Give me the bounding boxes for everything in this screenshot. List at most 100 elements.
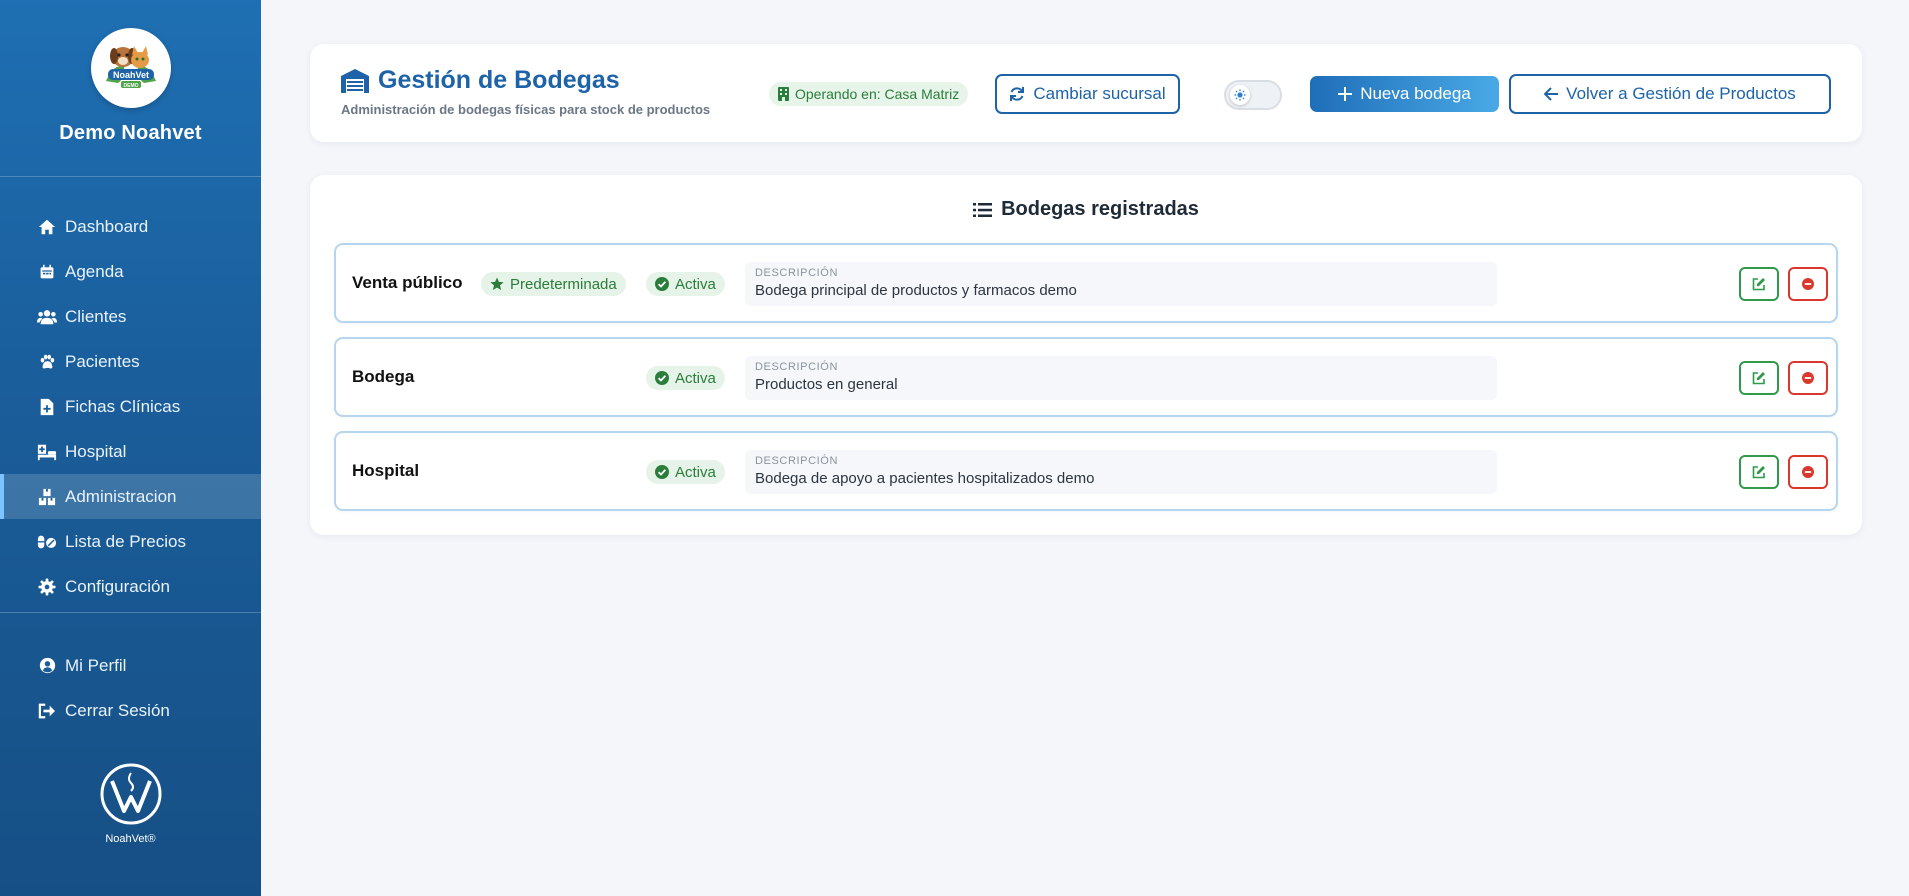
check-circle-icon — [655, 465, 669, 479]
calendar-icon — [37, 262, 57, 282]
check-circle-icon — [655, 277, 669, 291]
minus-circle-icon — [1802, 372, 1814, 384]
description-label: DESCRIPCIÓN — [755, 361, 838, 373]
home-icon — [37, 217, 57, 237]
users-icon — [37, 307, 57, 327]
back-to-products-button[interactable]: Volver a Gestión de Productos — [1509, 74, 1831, 114]
plus-icon — [1338, 87, 1353, 101]
status-badge: Activa — [646, 272, 725, 296]
new-warehouse-button[interactable]: Nueva bodega — [1310, 76, 1499, 112]
sidebar-item-label: Lista de Precios — [65, 531, 186, 551]
status-badge-text: Activa — [675, 369, 716, 387]
sidebar-item-administracion[interactable]: Administracion — [0, 474, 261, 519]
building-icon — [778, 87, 789, 101]
delete-button[interactable] — [1788, 361, 1828, 395]
sidebar: NoahVet DEMO Demo Noahvet Dashboard Agen… — [0, 0, 261, 896]
sidebar-item-label: Agenda — [65, 261, 124, 281]
header-card: Gestión de Bodegas Administración de bod… — [310, 44, 1862, 142]
edit-button[interactable] — [1739, 267, 1779, 301]
status-badge-text: Activa — [675, 275, 716, 293]
sun-icon — [1234, 89, 1246, 101]
default-badge: Predeterminada — [481, 272, 626, 296]
brand-name: Demo Noahvet — [59, 122, 202, 144]
hospital-bed-icon — [37, 442, 57, 462]
sidebar-item-fichas-clinicas[interactable]: Fichas Clínicas — [0, 384, 261, 429]
default-badge-text: Predeterminada — [510, 275, 617, 293]
description-label: DESCRIPCIÓN — [755, 455, 838, 467]
theme-toggle[interactable] — [1224, 80, 1282, 110]
svg-text:NoahVet: NoahVet — [112, 70, 148, 80]
sidebar-item-mi-perfil[interactable]: Mi Perfil — [0, 643, 261, 688]
status-badge: Activa — [646, 366, 725, 390]
boxes-icon — [37, 487, 57, 507]
sidebar-nav: Dashboard Agenda Clientes Pacientes Fich… — [0, 177, 261, 733]
description-text: Productos en general — [755, 376, 898, 393]
gear-icon — [37, 577, 57, 597]
file-medical-icon — [37, 397, 57, 417]
warehouse-row: Venta público Predeterminada Activa DESC… — [334, 243, 1838, 323]
footer-brand-name: NoahVet® — [105, 833, 156, 845]
sidebar-item-dashboard[interactable]: Dashboard — [0, 204, 261, 249]
page-title: Gestión de Bodegas — [340, 66, 620, 95]
warehouse-name: Venta público — [352, 273, 463, 292]
pills-icon — [37, 532, 57, 552]
edit-icon — [1752, 466, 1765, 479]
description-text: Bodega de apoyo a pacientes hospitalizad… — [755, 470, 1095, 487]
sidebar-item-label: Hospital — [65, 441, 127, 461]
sidebar-item-clientes[interactable]: Clientes — [0, 294, 261, 339]
clinic-logo[interactable]: NoahVet DEMO — [90, 28, 171, 108]
list-icon — [973, 202, 993, 218]
sidebar-item-cerrar-sesion[interactable]: Cerrar Sesión — [0, 688, 261, 733]
warehouse-icon — [340, 68, 370, 94]
description-text: Bodega principal de productos y farmacos… — [755, 282, 1077, 299]
description-box: DESCRIPCIÓN Bodega principal de producto… — [745, 262, 1497, 306]
sidebar-item-lista-de-precios[interactable]: Lista de Precios — [0, 519, 261, 564]
sidebar-item-label: Clientes — [65, 306, 127, 326]
minus-circle-icon — [1802, 278, 1814, 290]
toggle-knob — [1230, 85, 1250, 105]
page-subtitle: Administración de bodegas físicas para s… — [341, 102, 711, 117]
list-title: Bodegas registradas — [310, 198, 1862, 221]
pets-logo-icon: NoahVet DEMO — [96, 34, 165, 102]
sidebar-item-agenda[interactable]: Agenda — [0, 249, 261, 294]
warehouse-row: Bodega Activa DESCRIPCIÓN Productos en g… — [334, 337, 1838, 417]
branch-badge-text: Operando en: Casa Matriz — [795, 86, 960, 102]
sidebar-item-hospital[interactable]: Hospital — [0, 429, 261, 474]
back-to-products-label: Volver a Gestión de Productos — [1566, 84, 1796, 103]
sidebar-brand: NoahVet DEMO Demo Noahvet — [0, 0, 261, 177]
sidebar-divider — [0, 612, 261, 613]
check-circle-icon — [655, 371, 669, 385]
arrow-left-icon — [1544, 87, 1559, 101]
minus-circle-icon — [1802, 466, 1814, 478]
edit-button[interactable] — [1739, 455, 1779, 489]
edit-button[interactable] — [1739, 361, 1779, 395]
sync-icon — [1009, 86, 1025, 102]
page-title-text: Gestión de Bodegas — [378, 66, 620, 94]
sidebar-item-label: Configuración — [65, 576, 170, 596]
warehouse-row: Hospital Activa DESCRIPCIÓN Bodega de ap… — [334, 431, 1838, 511]
change-branch-label: Cambiar sucursal — [1033, 84, 1166, 103]
svg-text:DEMO: DEMO — [123, 83, 138, 89]
description-box: DESCRIPCIÓN Productos en general — [745, 356, 1497, 400]
sidebar-item-label: Pacientes — [65, 351, 140, 371]
sidebar-item-label: Fichas Clínicas — [65, 396, 181, 416]
sidebar-item-label: Administracion — [65, 486, 177, 506]
status-badge: Activa — [646, 460, 725, 484]
sidebar-item-configuracion[interactable]: Configuración — [0, 564, 261, 609]
sidebar-item-label: Cerrar Sesión — [65, 700, 170, 720]
sidebar-item-label: Mi Perfil — [65, 655, 127, 675]
user-circle-icon — [37, 656, 57, 676]
warehouse-name: Bodega — [352, 367, 415, 386]
sidebar-item-label: Dashboard — [65, 216, 149, 236]
delete-button[interactable] — [1788, 455, 1828, 489]
paw-icon — [37, 352, 57, 372]
delete-button[interactable] — [1788, 267, 1828, 301]
description-label: DESCRIPCIÓN — [755, 267, 838, 279]
list-title-text: Bodegas registradas — [1001, 198, 1199, 220]
noahvet-logo-icon — [100, 763, 161, 825]
branch-badge: Operando en: Casa Matriz — [769, 82, 969, 106]
status-badge-text: Activa — [675, 463, 716, 481]
star-icon — [490, 277, 504, 291]
change-branch-button[interactable]: Cambiar sucursal — [995, 74, 1180, 114]
sidebar-item-pacientes[interactable]: Pacientes — [0, 339, 261, 384]
